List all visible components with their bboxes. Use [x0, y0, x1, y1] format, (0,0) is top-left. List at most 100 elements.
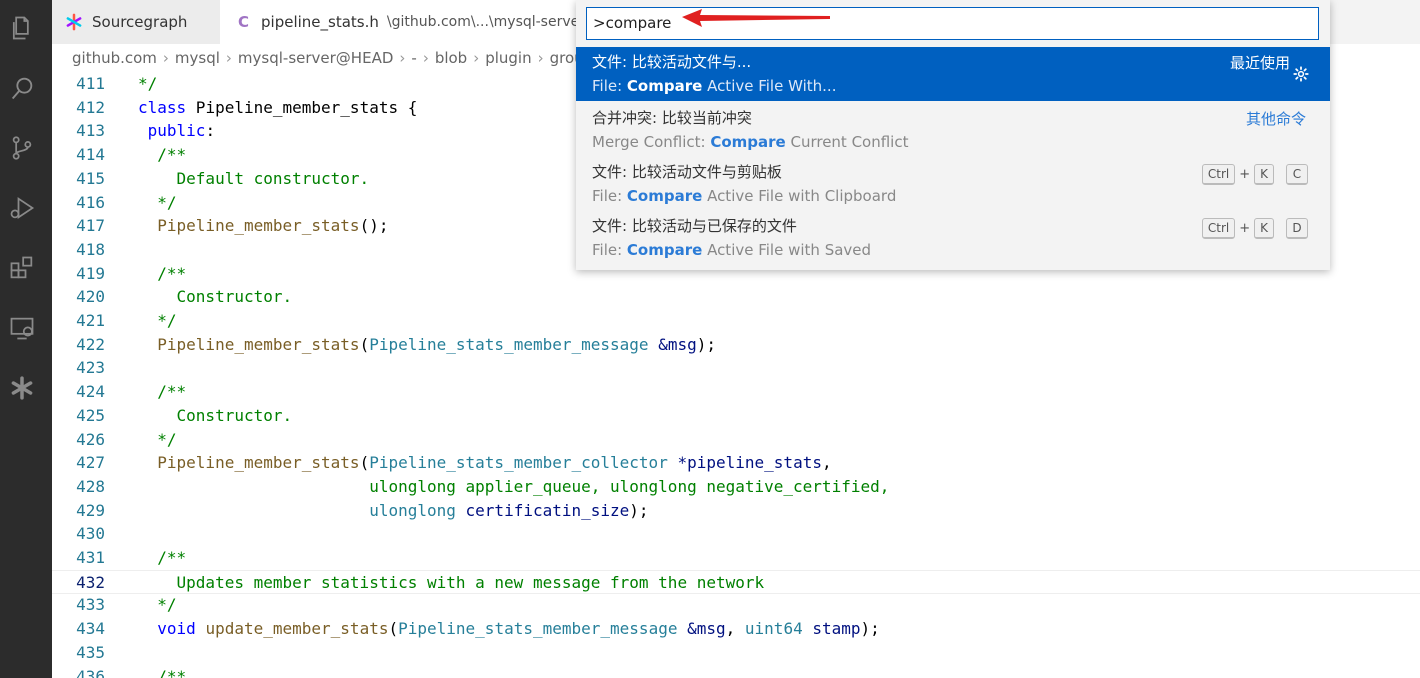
code-line[interactable]: 424 /**: [52, 380, 1420, 404]
other-commands-label: 其他命令: [1245, 110, 1306, 128]
line-number: 435: [76, 642, 105, 662]
code-text: /**: [138, 145, 187, 165]
breadcrumb-separator-icon: ›: [537, 49, 544, 67]
code-line[interactable]: 429 ulonglong certificatin_size);: [52, 499, 1420, 523]
tab-path: \github.com\...\mysql-server@h: [386, 14, 608, 30]
breadcrumb-separator-icon: ›: [225, 49, 232, 67]
command-item[interactable]: 合并冲突: 比较当前冲突 Merge Conflict: Compare Cur…: [576, 103, 1330, 157]
command-label-en: Merge Conflict: Compare Current Conflict: [592, 133, 909, 151]
breadcrumb-item[interactable]: plugin: [485, 49, 531, 67]
code-line[interactable]: 423: [52, 356, 1420, 380]
key-k: K: [1254, 164, 1274, 185]
command-item[interactable]: 文件: 比较活动与已保存的文件 File: Compare Active Fil…: [576, 211, 1330, 265]
command-label-zh: 文件: 比较活动文件与剪贴板: [592, 163, 782, 181]
breadcrumb-item[interactable]: mysql-server@HEAD: [238, 49, 393, 67]
breadcrumb-separator-icon: ›: [473, 49, 480, 67]
command-label-zh: 文件: 比较活动与已保存的文件: [592, 217, 797, 235]
command-label-en: File: Compare Active File With...: [592, 77, 837, 95]
command-label-en: File: Compare Active File with Clipboard: [592, 187, 897, 205]
code-line[interactable]: 430: [52, 522, 1420, 546]
line-number: 425: [76, 405, 105, 425]
line-number: 432: [76, 572, 105, 592]
breadcrumb-item[interactable]: github.com: [72, 49, 157, 67]
code-text: ulonglong applier_queue, ulonglong negat…: [138, 476, 890, 496]
line-number: 415: [76, 168, 105, 188]
line-number: 436: [76, 666, 105, 678]
code-text: void update_member_stats(Pipeline_stats_…: [157, 619, 880, 639]
code-line[interactable]: 432 Updates member statistics with a new…: [52, 569, 1420, 594]
command-item[interactable]: 文件: 比较活动文件与... File: Compare Active File…: [576, 47, 1330, 101]
sourcegraph-star-icon[interactable]: [4, 370, 40, 406]
code-line[interactable]: 434 void update_member_stats(Pipeline_st…: [52, 617, 1420, 641]
tab-sourcegraph[interactable]: Sourcegraph: [52, 0, 220, 44]
code-line[interactable]: 425 Constructor.: [52, 404, 1420, 428]
code-text: /**: [138, 666, 187, 678]
code-line[interactable]: 426 */: [52, 428, 1420, 452]
code-text: */: [138, 595, 177, 615]
tab-label: pipeline_stats.h: [261, 13, 379, 31]
line-number: 424: [76, 382, 105, 402]
line-number: 418: [76, 239, 105, 259]
code-text: Updates member statistics with a new mes…: [138, 572, 765, 592]
code-line[interactable]: 421 */: [52, 309, 1420, 333]
command-item[interactable]: 文件: 比较活动文件与剪贴板 File: Compare Active File…: [576, 157, 1330, 211]
code-text: */: [138, 192, 177, 212]
breadcrumb-item[interactable]: mysql: [175, 49, 220, 67]
code-line[interactable]: 427 Pipeline_member_stats(Pipeline_stats…: [52, 451, 1420, 475]
line-number: 421: [76, 311, 105, 330]
line-number: 428: [76, 476, 105, 496]
explorer-icon[interactable]: [4, 10, 40, 46]
run-debug-icon[interactable]: [4, 190, 40, 226]
sourcegraph-icon: [66, 13, 82, 31]
search-icon[interactable]: [4, 70, 40, 106]
code-text: */: [138, 74, 158, 93]
code-text: Constructor.: [138, 287, 293, 307]
code-text: Pipeline_member_stats();: [157, 216, 389, 236]
c-language-icon: C: [238, 13, 250, 31]
code-line[interactable]: 431 /**: [52, 546, 1420, 570]
code-text: */: [138, 429, 177, 449]
key-c: C: [1286, 164, 1308, 185]
gear-icon[interactable]: [1292, 65, 1310, 83]
code-text: Pipeline_member_stats(Pipeline_stats_mem…: [157, 453, 832, 473]
line-number: 417: [76, 216, 105, 236]
key-ctrl: Ctrl: [1201, 218, 1236, 239]
remote-explorer-icon[interactable]: [4, 310, 40, 346]
code-line[interactable]: 433 */: [52, 593, 1420, 617]
command-palette: >compare 文件: 比较活动文件与... File: Compare Ac…: [576, 0, 1330, 270]
tab-label: Sourcegraph: [92, 13, 188, 31]
code-text: ulonglong certificatin_size);: [369, 500, 649, 520]
activity-bar: [0, 0, 52, 678]
line-number: 414: [76, 145, 105, 165]
line-number: 416: [76, 192, 105, 212]
code-text: class Pipeline_member_stats {: [138, 97, 418, 117]
code-line[interactable]: 422 Pipeline_member_stats(Pipeline_stats…: [52, 333, 1420, 357]
breadcrumb-item[interactable]: blob: [435, 49, 467, 67]
code-line[interactable]: 428 ulonglong applier_queue, ulonglong n…: [52, 475, 1420, 499]
source-control-icon[interactable]: [4, 130, 40, 166]
code-text: /**: [138, 382, 187, 402]
key-d: D: [1286, 218, 1308, 239]
code-text: */: [138, 311, 177, 330]
code-text: public:: [147, 121, 216, 141]
line-number: 431: [76, 548, 105, 567]
line-number: 423: [76, 358, 105, 378]
line-number: 419: [76, 263, 105, 283]
line-number: 434: [76, 619, 105, 639]
code-line[interactable]: 436 /**: [52, 665, 1420, 678]
code-line[interactable]: 435: [52, 641, 1420, 665]
line-number: 422: [76, 334, 105, 354]
code-text: Pipeline_member_stats(Pipeline_stats_mem…: [157, 334, 716, 354]
breadcrumb-item[interactable]: -: [411, 49, 416, 67]
keybinding: Ctrl + K C: [1201, 164, 1308, 185]
command-label-zh: 合并冲突: 比较当前冲突: [592, 109, 752, 127]
command-label-en: File: Compare Active File with Saved: [592, 241, 872, 259]
line-number: 426: [76, 429, 105, 449]
code-line[interactable]: 420 Constructor.: [52, 285, 1420, 309]
breadcrumb-separator-icon: ›: [162, 49, 169, 67]
extensions-icon[interactable]: [4, 250, 40, 286]
line-number: 430: [76, 524, 105, 544]
line-number: 420: [76, 287, 105, 307]
code-text: /**: [138, 263, 187, 283]
line-number: 427: [76, 453, 105, 473]
